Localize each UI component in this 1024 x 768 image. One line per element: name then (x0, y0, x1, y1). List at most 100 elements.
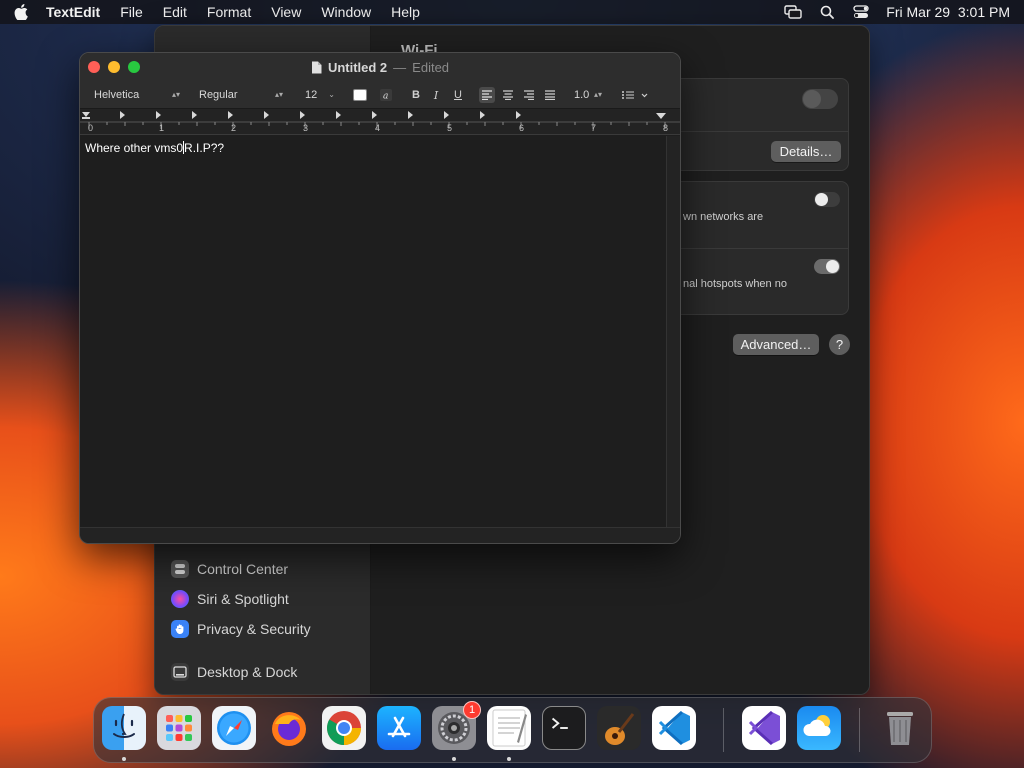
running-indicator (452, 757, 456, 761)
notification-badge: 1 (463, 701, 481, 719)
ruler-number: 4 (375, 123, 381, 133)
apple-menu-icon[interactable] (14, 4, 28, 20)
list-bullets-icon[interactable] (620, 87, 650, 103)
format-toolbar: Helvetica ▴▾ Regular ▴▾ 12 ⌄ a B I U 1.0… (80, 81, 680, 109)
safari-icon[interactable] (212, 706, 256, 750)
title-separator: — (393, 59, 407, 75)
vscode-icon[interactable] (652, 706, 696, 750)
running-indicator (507, 757, 511, 761)
system-settings-icon[interactable]: 1 (432, 701, 481, 750)
sidebar-item-desktop-dock[interactable]: Desktop & Dock (171, 660, 297, 684)
align-left-icon[interactable] (479, 87, 495, 103)
launchpad-icon[interactable] (157, 706, 201, 750)
line-spacing-popup[interactable]: 1.0 ▴▾ (568, 86, 606, 103)
highlight-color-icon[interactable]: a (378, 87, 394, 103)
chevron-down-icon: ⌄ (328, 90, 335, 99)
document-text-before-cursor: Where other vms0 (85, 141, 184, 155)
chevron-updown-icon: ▴▾ (274, 90, 283, 99)
weather-icon[interactable] (797, 706, 841, 750)
sidebar-item-siri-spotlight[interactable]: Siri & Spotlight (171, 587, 289, 611)
running-indicator (122, 757, 126, 761)
dock-separator (723, 708, 724, 752)
finder-icon[interactable] (102, 706, 146, 750)
text-color-well[interactable] (353, 89, 367, 101)
terminal-icon[interactable] (542, 706, 586, 750)
control-center-icon (171, 560, 189, 578)
chrome-icon[interactable] (322, 706, 366, 750)
chevron-updown-icon: ▴▾ (171, 90, 180, 99)
textedit-window: Untitled 2 — Edited Helvetica ▴▾ Regular… (79, 52, 681, 544)
font-style-value: Regular (199, 88, 238, 101)
align-center-icon[interactable] (500, 87, 516, 103)
ruler-number: 7 (591, 123, 597, 133)
line-spacing-value: 1.0 (574, 88, 590, 101)
sidebar-item-label: Privacy & Security (197, 621, 311, 637)
details-button[interactable]: Details… (771, 141, 841, 162)
font-size-value: 12 (305, 88, 318, 101)
menu-edit[interactable]: Edit (163, 4, 187, 20)
menu-file[interactable]: File (120, 4, 143, 20)
close-button[interactable] (88, 61, 100, 73)
spotlight-search-icon[interactable] (818, 4, 836, 20)
align-right-icon[interactable] (521, 87, 537, 103)
dock: 1 (93, 697, 932, 763)
document-text[interactable]: Where other vms0R.I.P?? (85, 141, 224, 155)
svg-text:a: a (383, 92, 388, 102)
garageband-icon[interactable] (597, 706, 641, 750)
ruler-number: 5 (447, 123, 453, 133)
sidebar-item-control-center[interactable]: Control Center (171, 557, 288, 581)
trash-icon[interactable] (878, 706, 922, 750)
menu-clock[interactable]: Fri Mar 29 3:01 PM (886, 4, 1010, 20)
document-icon[interactable] (311, 61, 322, 74)
ask-to-join-hotspots-toggle[interactable] (814, 259, 840, 274)
bold-button[interactable]: B (408, 87, 424, 103)
menu-view[interactable]: View (271, 4, 301, 20)
font-style-popup[interactable]: Regular ▴▾ (193, 86, 287, 103)
underline-button[interactable]: U (450, 87, 466, 103)
ruler-number: 2 (231, 123, 237, 133)
chevron-updown-icon: ▴▾ (593, 90, 602, 99)
dock-separator (859, 708, 860, 752)
font-family-popup[interactable]: Helvetica ▴▾ (88, 86, 184, 103)
menu-format[interactable]: Format (207, 4, 251, 20)
sidebar-item-label: Control Center (197, 561, 289, 577)
ruler-number: 1 (159, 123, 165, 133)
app-store-icon[interactable] (377, 706, 421, 750)
justify-icon[interactable] (542, 87, 558, 103)
menu-help[interactable]: Help (391, 4, 420, 20)
textedit-icon[interactable] (487, 706, 531, 750)
menu-window[interactable]: Window (321, 4, 371, 20)
italic-button[interactable]: I (428, 87, 444, 103)
sidebar-item-privacy-security[interactable]: Privacy & Security (171, 617, 311, 641)
hotspots-text: nal hotspots when no (683, 278, 787, 290)
sidebar-item-label: Siri & Spotlight (197, 591, 289, 607)
document-status: Edited (412, 59, 450, 75)
font-size-combo[interactable]: 12 ⌄ (299, 86, 339, 103)
horizontal-scrollbar[interactable] (80, 527, 680, 543)
document-title[interactable]: Untitled 2 (328, 60, 387, 75)
vertical-scrollbar[interactable] (666, 136, 680, 527)
zoom-button[interactable] (128, 61, 140, 73)
known-networks-text: wn networks are (683, 211, 764, 223)
ruler-number: 8 (663, 123, 669, 133)
visual-studio-icon[interactable] (742, 706, 786, 750)
siri-icon (171, 590, 189, 608)
help-button[interactable]: ? (829, 334, 850, 355)
wifi-toggle[interactable] (802, 89, 838, 109)
desktop-icon (171, 663, 189, 681)
textedit-titlebar[interactable]: Untitled 2 — Edited (80, 53, 680, 81)
screen-mirroring-icon[interactable] (784, 4, 802, 20)
ruler-number: 0 (88, 123, 94, 133)
menu-app-name[interactable]: TextEdit (46, 4, 100, 20)
advanced-button[interactable]: Advanced… (733, 334, 819, 355)
document-text-area[interactable]: Where other vms0R.I.P?? (80, 136, 666, 527)
ruler[interactable]: 0 1 2 3 4 5 6 7 8 (80, 109, 680, 135)
ask-to-join-networks-toggle[interactable] (814, 192, 840, 207)
control-center-icon[interactable] (852, 4, 870, 20)
menu-bar: TextEdit File Edit Format View Window He… (0, 0, 1024, 24)
hand-icon (171, 620, 189, 638)
minimize-button[interactable] (108, 61, 120, 73)
firefox-icon[interactable] (267, 706, 311, 750)
font-family-value: Helvetica (94, 88, 140, 101)
document-text-after-cursor: R.I.P?? (184, 141, 225, 155)
